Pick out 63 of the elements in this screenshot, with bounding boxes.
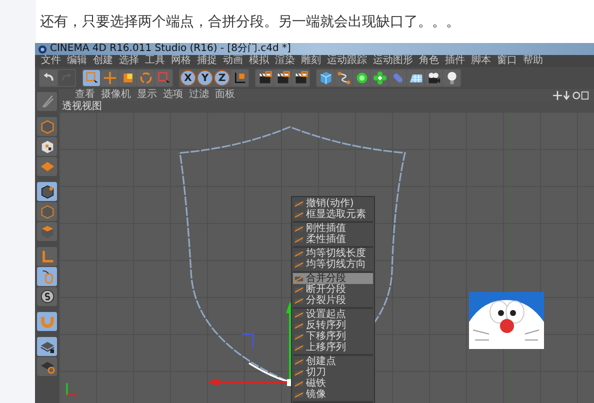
menu-item-label: 合并分段	[306, 273, 346, 284]
context-menu-item[interactable]: 断开分段	[293, 284, 373, 295]
context-menu-item[interactable]: 切刀	[293, 367, 373, 378]
menu-item-label: 均等切线方向	[306, 259, 366, 270]
context-menu-item[interactable]: 均等切线长度	[293, 248, 373, 259]
menu-item-label: 框显选取元素	[306, 209, 366, 220]
menu-item-label: 断开分段	[306, 284, 346, 295]
context-menu-item[interactable]: 均等切线方向	[293, 259, 373, 270]
menu-item[interactable]: 选择	[119, 55, 139, 67]
menu-item[interactable]: 查看	[75, 89, 95, 101]
context-menu-item[interactable]: 创建点	[293, 356, 373, 367]
menu-item-label: 下移序列	[306, 331, 346, 342]
context-menu-item[interactable]: 分裂片段	[293, 295, 373, 306]
menu-item[interactable]: 雕刻	[301, 55, 321, 67]
menu-item[interactable]: 选项	[163, 89, 183, 101]
context-menu-item[interactable]: 刚性插值	[293, 223, 373, 234]
menu-item[interactable]: 过滤	[189, 89, 209, 101]
viewport-tab[interactable]: 透视视图	[62, 101, 102, 112]
axis-button[interactable]: Z	[214, 70, 230, 86]
menu-item[interactable]: 模拟	[249, 55, 269, 67]
menu-item-label: 创建点	[306, 356, 336, 367]
menu-item-label: 镜像	[306, 389, 326, 400]
menu-item-label: 分裂片段	[306, 295, 346, 306]
menu-item[interactable]: 显示	[137, 89, 157, 101]
menu-item-label: 撤销(动作)	[306, 198, 354, 209]
menu-item[interactable]: 捕捉	[197, 55, 217, 67]
heading-text: 还有，只要选择两个端点，合拼分段。另一端就会出现缺口了。。。	[39, 13, 461, 32]
context-menu-item[interactable]: 反转序列	[293, 320, 373, 331]
menu-item[interactable]: 创建	[93, 55, 113, 67]
context-menu-item[interactable]: 上移序列	[293, 342, 373, 353]
menu-item-label: 反转序列	[306, 320, 346, 331]
menu-item[interactable]: 动画	[223, 55, 243, 67]
menu-item[interactable]: 渲染	[275, 55, 295, 67]
menu-item-label: 设置起点	[306, 309, 346, 320]
menu-item[interactable]: 编辑	[67, 55, 87, 67]
menu-item-label: 柔性插值	[306, 234, 346, 245]
context-menu-item[interactable]: 设置起点	[293, 309, 373, 320]
context-menu-item[interactable]: 撤销(动作)	[293, 198, 373, 209]
context-menu-item[interactable]: 下移序列	[293, 331, 373, 342]
menu-item[interactable]: 插件	[445, 55, 465, 67]
menu-item-label: 上移序列	[306, 342, 346, 353]
axis-button[interactable]: Y	[197, 70, 213, 86]
context-menu-item[interactable]: 合并分段	[293, 273, 373, 284]
menu-item-label: 切刀	[306, 367, 326, 378]
context-menu-item[interactable]: 磁铁	[293, 378, 373, 389]
menu-item[interactable]: 角色	[419, 55, 439, 67]
menu-item[interactable]: 文件	[41, 55, 61, 67]
menu-item-label: 均等切线长度	[306, 248, 366, 259]
menu-item[interactable]: 窗口	[497, 55, 517, 67]
menu-item[interactable]: 工具	[145, 55, 165, 67]
menu-item[interactable]: 面板	[215, 89, 235, 101]
context-menu-item[interactable]: 镜像	[293, 389, 373, 400]
context-menu-item[interactable]: 框显选取元素	[293, 209, 373, 220]
menu-item-label: 磁铁	[306, 378, 326, 389]
menu-item[interactable]: 网格	[171, 55, 191, 67]
menu-item[interactable]: 运动跟踪	[327, 55, 367, 67]
menu-item[interactable]: 运动图形	[373, 55, 413, 67]
menu-item-label: 刚性插值	[306, 223, 346, 234]
context-menu-item[interactable]: 柔性插值	[293, 234, 373, 245]
menu-item[interactable]: 摄像机	[101, 89, 131, 101]
menu-item[interactable]: 帮助	[523, 55, 543, 67]
axis-button[interactable]: X	[180, 70, 196, 86]
menu-item[interactable]: 脚本	[471, 55, 491, 67]
